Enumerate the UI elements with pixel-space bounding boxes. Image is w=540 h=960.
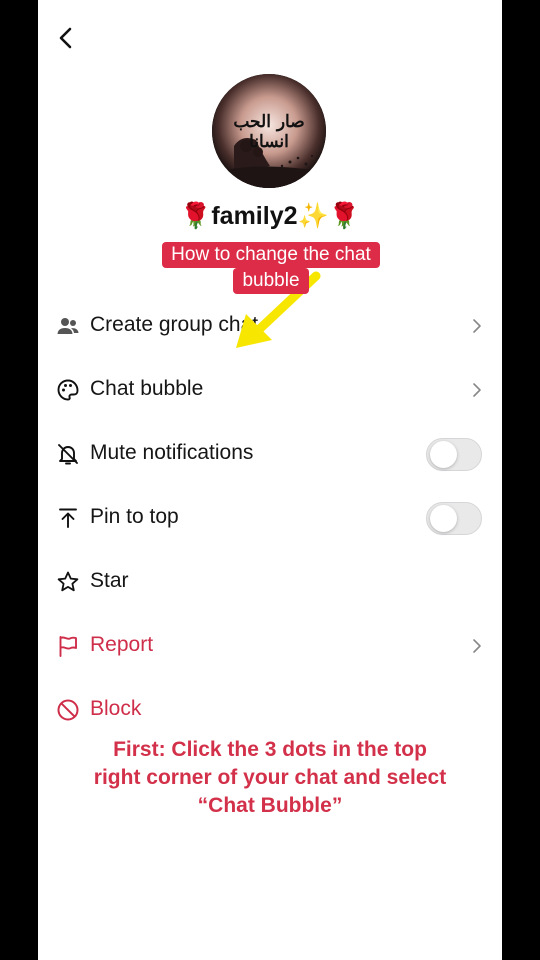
menu-item-label: Create group chat bbox=[90, 313, 259, 336]
chevron-right-icon bbox=[473, 639, 481, 653]
bell-off-icon bbox=[58, 444, 78, 465]
menu-item-pin-to-top: Pin to top bbox=[38, 486, 502, 550]
settings-menu: Create group chat Chat bubble Mute notif… bbox=[38, 294, 502, 742]
menu-item-label: Pin to top bbox=[90, 505, 179, 528]
menu-item-star[interactable]: Star bbox=[38, 550, 502, 614]
menu-item-block[interactable]: Block bbox=[38, 678, 502, 742]
menu-item-label: Report bbox=[90, 633, 154, 656]
back-button[interactable] bbox=[52, 24, 80, 52]
pin-top-icon bbox=[59, 508, 77, 528]
instruction-text: First: Click the 3 dots in the top right… bbox=[93, 738, 447, 817]
flag-icon bbox=[59, 636, 77, 657]
caption-line-1: How to change the chat bbox=[162, 242, 380, 268]
caption-line-2: bubble bbox=[233, 268, 309, 294]
avatar-text: صار الحب انسانا bbox=[233, 112, 305, 152]
chevron-right-icon bbox=[473, 383, 481, 397]
avatar[interactable]: صار الحب انسانا bbox=[212, 74, 326, 188]
toggle-knob bbox=[430, 505, 457, 532]
menu-item-mute-notifications: Mute notifications bbox=[38, 422, 502, 486]
menu-item-chat-bubble[interactable]: Chat bubble bbox=[38, 358, 502, 422]
chevron-right-icon bbox=[473, 319, 481, 333]
menu-item-label: Star bbox=[90, 569, 129, 592]
toggle-knob bbox=[430, 441, 457, 468]
palette-icon bbox=[57, 379, 79, 401]
pin-to-top-toggle[interactable] bbox=[426, 502, 482, 535]
menu-item-report[interactable]: Report bbox=[38, 614, 502, 678]
menu-item-label: Block bbox=[90, 697, 142, 720]
menu-item-create-group-chat[interactable]: Create group chat bbox=[38, 294, 502, 358]
menu-item-label: Mute notifications bbox=[90, 441, 254, 464]
block-icon bbox=[57, 699, 79, 721]
mute-notifications-toggle[interactable] bbox=[426, 438, 482, 471]
people-icon bbox=[57, 318, 79, 334]
chat-name: 🌹family2✨🌹 bbox=[180, 202, 360, 230]
chevron-left-icon bbox=[59, 27, 72, 49]
chat-settings-screen: صار الحب انسانا 🌹family2✨🌹 Create group … bbox=[38, 0, 502, 960]
star-icon bbox=[57, 571, 79, 592]
menu-item-label: Chat bubble bbox=[90, 377, 204, 400]
tutorial-caption: How to change the chat bubble bbox=[143, 242, 399, 294]
